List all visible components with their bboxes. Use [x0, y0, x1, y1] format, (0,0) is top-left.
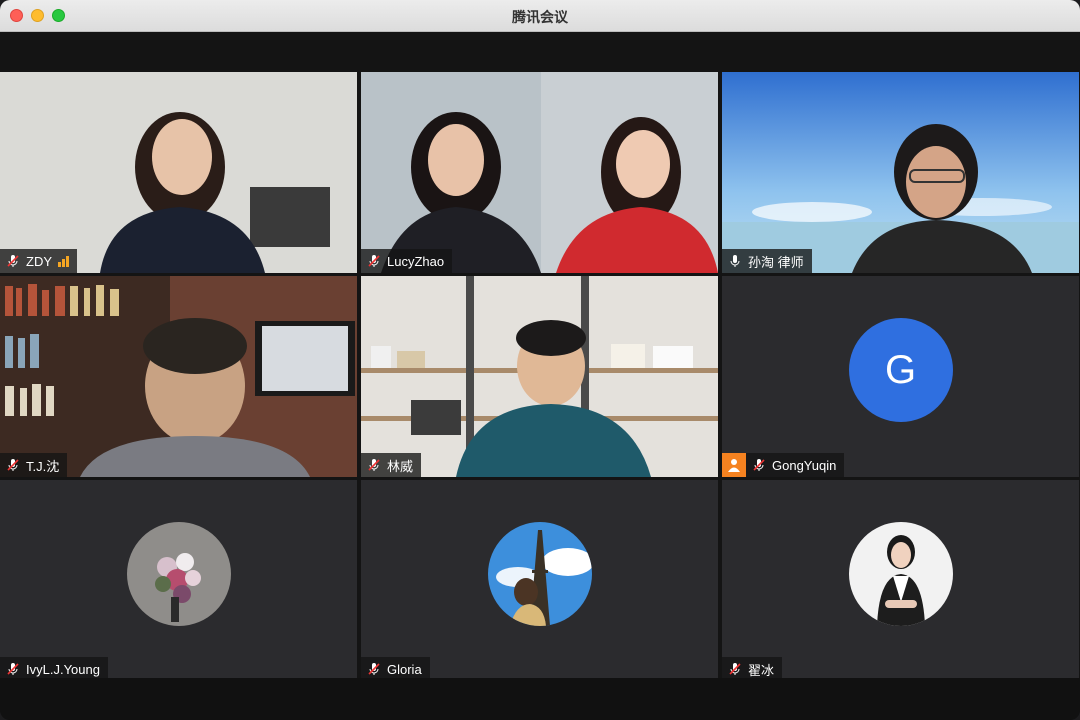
mic-on-icon	[730, 255, 740, 267]
bottom-bar	[0, 678, 1080, 720]
participant-name-tag: T.J.沈	[0, 453, 68, 477]
phone-user-icon	[722, 453, 746, 477]
mic-muted-icon	[7, 255, 19, 267]
signal-strength-icon	[58, 255, 69, 267]
participant-name: 林威	[387, 458, 414, 474]
participant-name: 孙淘 律师	[748, 254, 804, 270]
avatar-image	[848, 522, 953, 626]
video-feed	[361, 72, 718, 273]
participant-name-tag: 林威	[361, 453, 422, 477]
avatar: G	[848, 318, 953, 422]
video-feed	[361, 276, 718, 477]
participant-name: LucyZhao	[387, 253, 445, 269]
mic-muted-icon	[368, 459, 380, 471]
video-feed	[722, 72, 1079, 273]
avatar	[487, 522, 592, 626]
participant-name-tag: ZDY	[0, 249, 77, 273]
participant-name-tag: GongYuqin	[746, 453, 845, 477]
avatar	[126, 522, 231, 626]
participant-tile[interactable]: Gloria	[361, 480, 718, 681]
mic-muted-icon	[368, 255, 380, 267]
participant-tile[interactable]: 林威	[361, 276, 718, 477]
meeting-window: 腾讯会议 ZDY LucyZhao 孙淘 律师 T.J.沈 林威 G GongY…	[0, 0, 1080, 720]
participant-tile[interactable]: 翟冰	[722, 480, 1079, 681]
participant-name: 翟冰	[748, 662, 775, 678]
avatar-image	[487, 522, 592, 626]
participant-tile[interactable]: G GongYuqin	[722, 276, 1079, 477]
participant-tile-active-speaker[interactable]: 孙淘 律师	[722, 72, 1079, 273]
participant-tile[interactable]: IvyL.J.Young	[0, 480, 357, 681]
mic-muted-icon	[7, 459, 19, 471]
mic-muted-icon	[729, 663, 741, 675]
participant-name: IvyL.J.Young	[26, 661, 100, 677]
participant-name: GongYuqin	[772, 457, 837, 473]
participant-name-tag: LucyZhao	[361, 249, 453, 273]
participant-name-tag: 孙淘 律师	[722, 249, 812, 273]
participant-name: T.J.沈	[26, 458, 60, 474]
mic-muted-icon	[368, 663, 380, 675]
participant-tile[interactable]: LucyZhao	[361, 72, 718, 273]
mic-muted-icon	[7, 663, 19, 675]
avatar	[848, 522, 953, 626]
participant-tile[interactable]: ZDY	[0, 72, 357, 273]
avatar-image	[126, 522, 231, 626]
participant-name: ZDY	[26, 253, 52, 269]
avatar-letter: G	[884, 347, 917, 392]
window-title: 腾讯会议	[512, 9, 568, 25]
video-feed	[0, 276, 357, 477]
video-feed	[0, 72, 357, 273]
mic-muted-icon	[753, 459, 765, 471]
participant-name: Gloria	[387, 661, 422, 677]
title-bar: 腾讯会议	[0, 0, 1080, 32]
participant-tile[interactable]: T.J.沈	[0, 276, 357, 477]
